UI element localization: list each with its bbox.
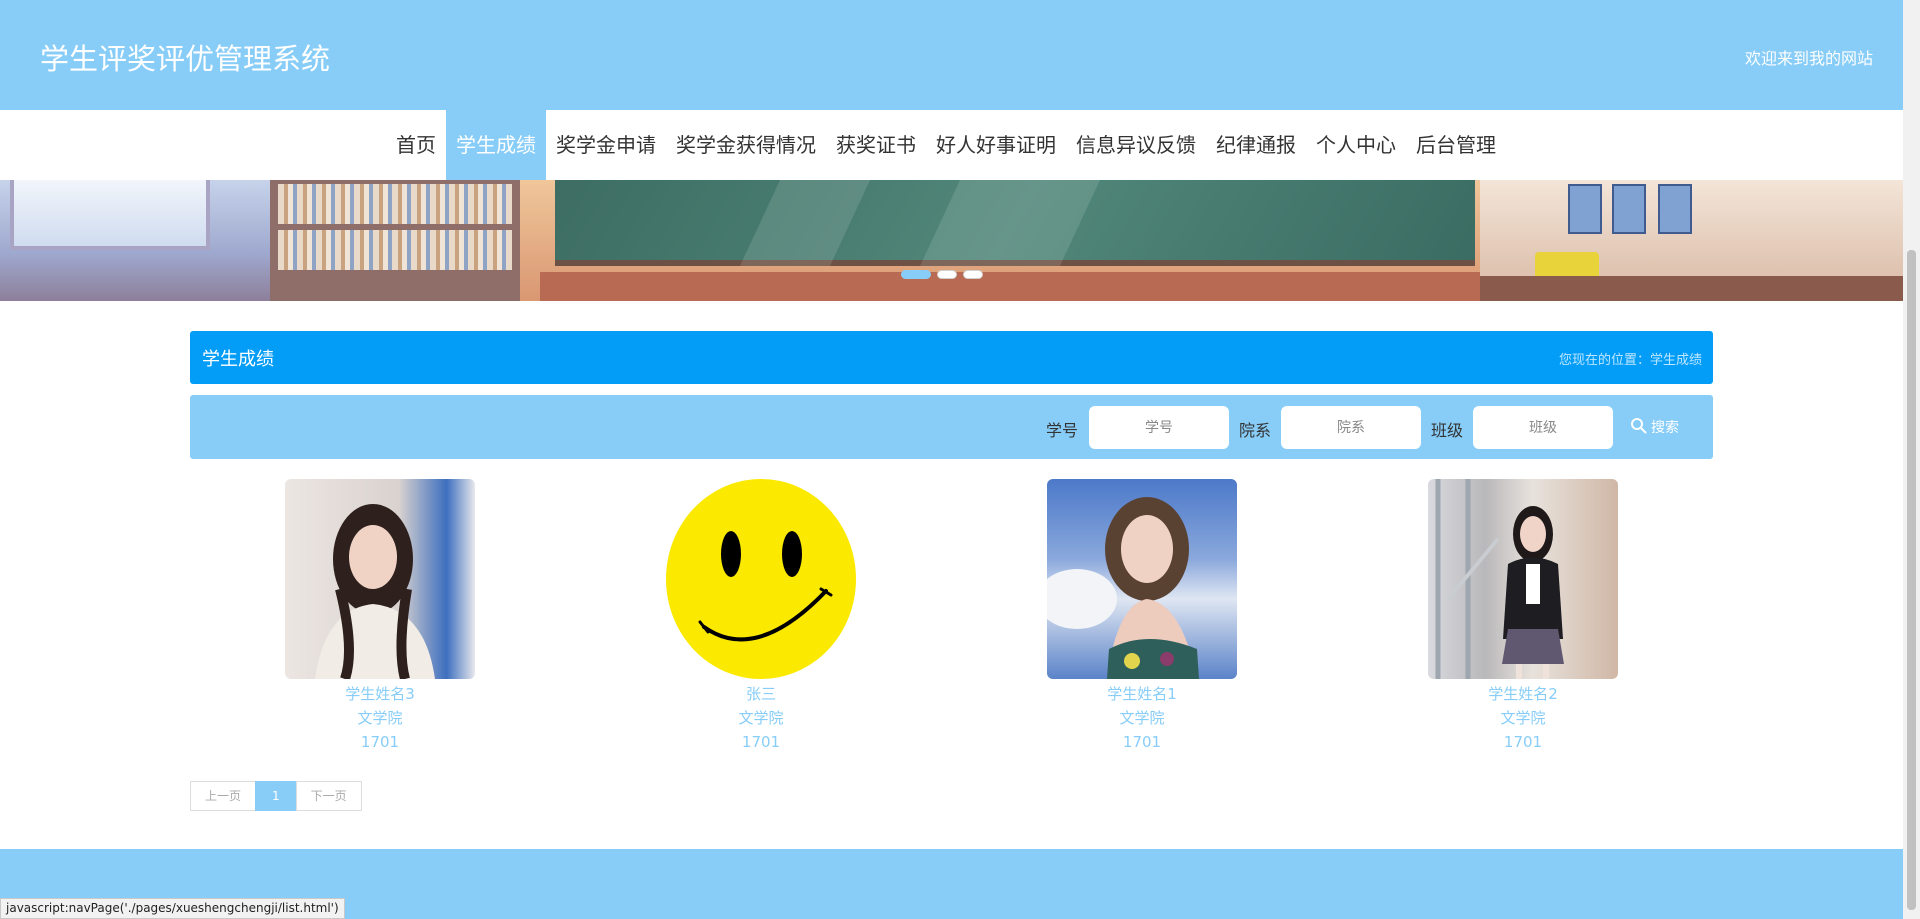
nav-item-scholarship-application[interactable]: 奖学金申请 bbox=[546, 110, 666, 180]
page-number-button[interactable]: 1 bbox=[255, 781, 297, 811]
department-input[interactable] bbox=[1281, 406, 1421, 449]
student-name[interactable]: 学生姓名3 bbox=[280, 682, 480, 706]
student-photo[interactable] bbox=[1047, 479, 1237, 679]
site-title: 学生评奖评优管理系统 bbox=[40, 42, 331, 76]
nav-item-feedback[interactable]: 信息异议反馈 bbox=[1066, 110, 1206, 180]
carousel-dot[interactable] bbox=[936, 270, 957, 279]
carousel-dot[interactable] bbox=[900, 270, 931, 279]
student-class: 1701 bbox=[360, 733, 400, 751]
student-card[interactable]: 学生姓名1 文学院 1701 bbox=[1042, 479, 1242, 754]
nav-item-scholarship-awards[interactable]: 奖学金获得情况 bbox=[666, 110, 826, 180]
student-class: 1701 bbox=[1503, 733, 1543, 751]
search-bar: 学号 院系 班级 搜索 bbox=[190, 395, 1713, 459]
student-photo[interactable] bbox=[666, 479, 856, 679]
student-card[interactable]: 张三 文学院 1701 bbox=[661, 479, 861, 754]
carousel-indicators bbox=[0, 270, 1903, 279]
vertical-scrollbar[interactable] bbox=[1903, 0, 1920, 919]
student-class: 1701 bbox=[741, 733, 781, 751]
student-department: 文学院 bbox=[357, 709, 403, 727]
search-icon bbox=[1630, 417, 1647, 438]
prev-page-button[interactable]: 上一页 bbox=[190, 781, 257, 811]
welcome-text: 欢迎来到我的网站 bbox=[1744, 49, 1873, 68]
nav-item-good-deeds[interactable]: 好人好事证明 bbox=[926, 110, 1066, 180]
pagination: 上一页 1 下一页 bbox=[190, 781, 362, 811]
student-card[interactable]: 学生姓名3 文学院 1701 bbox=[280, 479, 480, 754]
student-class: 1701 bbox=[1122, 733, 1162, 751]
student-department: 文学院 bbox=[1119, 709, 1165, 727]
student-photo[interactable] bbox=[1428, 479, 1618, 679]
next-page-button[interactable]: 下一页 bbox=[295, 781, 362, 811]
nav-item-discipline[interactable]: 纪律通报 bbox=[1206, 110, 1306, 180]
carousel-dot[interactable] bbox=[962, 270, 983, 279]
browser-status-bar: javascript:navPage('./pages/xueshengchen… bbox=[0, 898, 345, 919]
student-card[interactable]: 学生姓名2 文学院 1701 bbox=[1423, 479, 1623, 754]
class-label: 班级 bbox=[1431, 421, 1464, 440]
student-department: 文学院 bbox=[1500, 709, 1546, 727]
search-button[interactable]: 搜索 bbox=[1630, 415, 1679, 439]
section-header: 学生成绩 您现在的位置：学生成绩 bbox=[190, 331, 1713, 384]
student-name[interactable]: 张三 bbox=[661, 682, 861, 706]
student-name[interactable]: 学生姓名2 bbox=[1423, 682, 1623, 706]
classroom-banner-image bbox=[0, 180, 1903, 301]
main-nav: 首页 学生成绩 奖学金申请 奖学金获得情况 获奖证书 好人好事证明 信息异议反馈… bbox=[0, 110, 1903, 180]
nav-item-student-scores[interactable]: 学生成绩 bbox=[446, 110, 546, 180]
nav-item-admin[interactable]: 后台管理 bbox=[1406, 110, 1506, 180]
nav-item-profile[interactable]: 个人中心 bbox=[1306, 110, 1406, 180]
breadcrumb: 您现在的位置：学生成绩 bbox=[1558, 353, 1702, 368]
site-header: 学生评奖评优管理系统 欢迎来到我的网站 bbox=[0, 0, 1903, 110]
nav-item-home[interactable]: 首页 bbox=[386, 110, 446, 180]
scrollbar-thumb[interactable] bbox=[1907, 250, 1916, 910]
student-photo[interactable] bbox=[285, 479, 475, 679]
student-department: 文学院 bbox=[738, 709, 784, 727]
department-label: 院系 bbox=[1239, 421, 1272, 440]
section-title: 学生成绩 bbox=[202, 349, 274, 370]
student-name[interactable]: 学生姓名1 bbox=[1042, 682, 1242, 706]
student-id-label: 学号 bbox=[1046, 421, 1079, 440]
search-button-label: 搜索 bbox=[1651, 420, 1679, 436]
nav-item-certificates[interactable]: 获奖证书 bbox=[826, 110, 926, 180]
class-input[interactable] bbox=[1473, 406, 1613, 449]
student-id-input[interactable] bbox=[1089, 406, 1229, 449]
